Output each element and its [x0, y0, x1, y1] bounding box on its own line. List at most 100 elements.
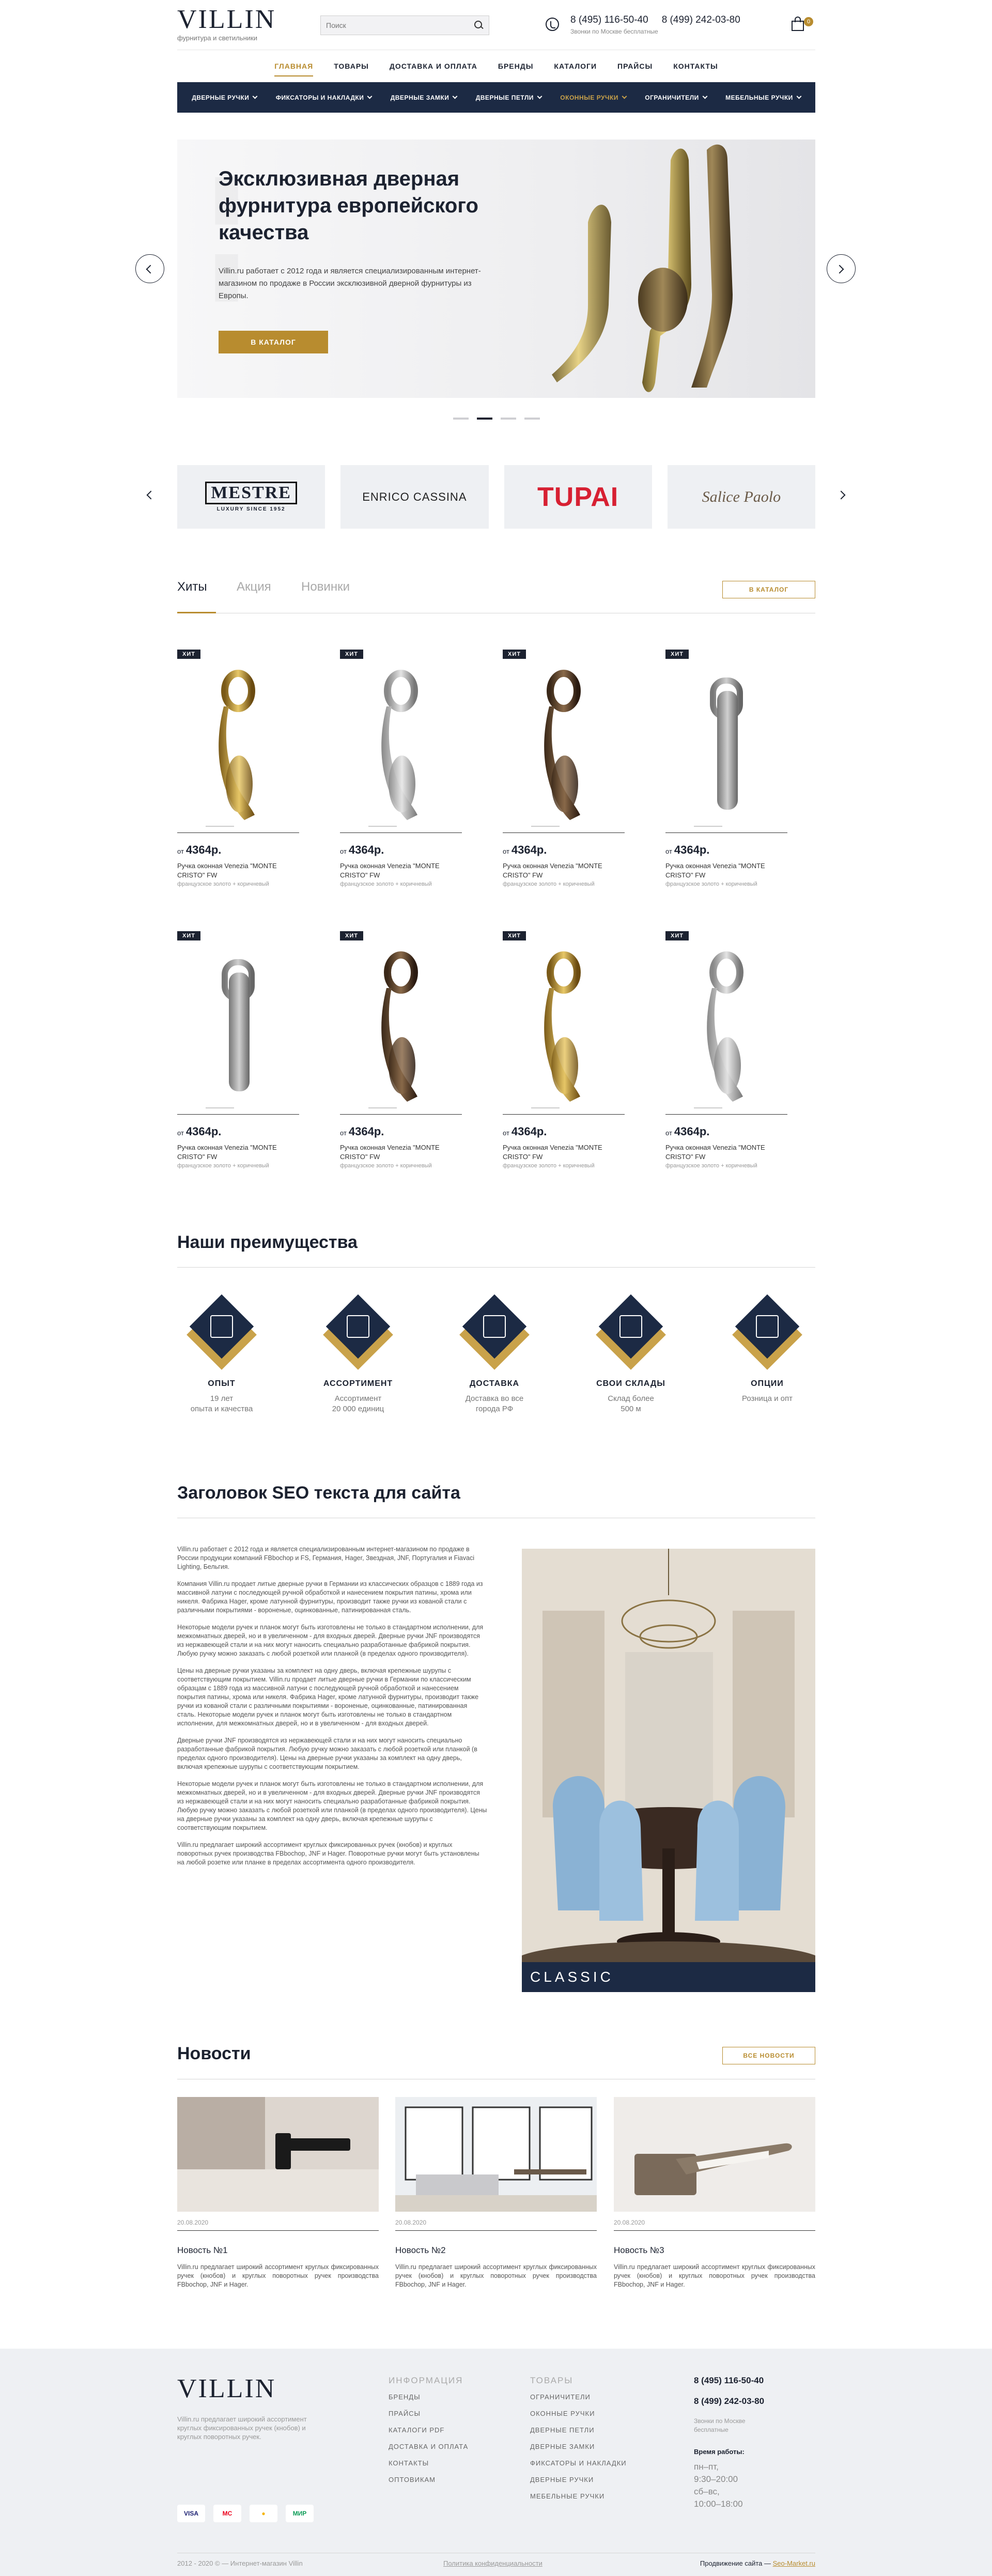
footer-link[interactable]: ДОСТАВКА И ОПЛАТА	[389, 2443, 468, 2450]
developer-link[interactable]: Seo-Market.ru	[773, 2559, 815, 2567]
product-name[interactable]: Ручка оконная Venezia "MONTE CRISTO" FW	[340, 1143, 462, 1162]
search-input[interactable]	[326, 21, 474, 29]
footer-link[interactable]: ДВЕРНЫЕ ПЕТЛИ	[530, 2426, 627, 2434]
news-headline[interactable]: Новость №1	[177, 2245, 379, 2256]
category-hinges[interactable]: ДВЕРНЫЕ ПЕТЛИ	[476, 94, 542, 101]
product-image[interactable]: ХИТ	[665, 931, 787, 1115]
product-image[interactable]: ХИТ	[177, 650, 299, 833]
category-label: ФИКСАТОРЫ И НАКЛАДКИ	[275, 94, 364, 101]
product-image[interactable]: ХИТ	[340, 650, 462, 833]
product-card[interactable]: ХИТ от 4364р. Ручка оконная Venezia "MONTE …	[665, 931, 787, 1169]
header-phone-1[interactable]: 8 (495) 116-50-40	[570, 14, 648, 25]
news-item[interactable]: 20.08.2020 Новость №3 Villin.ru предлага…	[614, 2097, 815, 2289]
product-name[interactable]: Ручка оконная Venezia "MONTE CRISTO" FW	[177, 861, 299, 880]
news-image[interactable]	[177, 2097, 379, 2212]
news-image[interactable]	[614, 2097, 815, 2212]
tab-hits[interactable]: Хиты	[177, 580, 207, 594]
news-headline[interactable]: Новость №2	[395, 2245, 597, 2256]
window-handle-image	[694, 951, 743, 1108]
footer-logo[interactable]: VILLIN	[177, 2373, 276, 2404]
product-name[interactable]: Ручка оконная Venezia "MONTE CRISTO" FW	[665, 861, 787, 880]
category-furniture-handles[interactable]: МЕБЕЛЬНЫЕ РУЧКИ	[725, 94, 802, 101]
news-item[interactable]: 20.08.2020 Новость №2 Villin.ru предлага…	[395, 2097, 597, 2289]
privacy-policy-link[interactable]: Политика конфиденциальности	[443, 2559, 542, 2567]
brand-enrico-cassina[interactable]: ENRICO CASSINA	[340, 465, 489, 529]
brand-tupai[interactable]: TUPAI	[504, 465, 652, 529]
product-card[interactable]: ХИТ от 4364р. Ручка оконная Venezia "MONTE …	[177, 650, 299, 887]
footer-phone-1[interactable]: 8 (495) 116-50-40	[694, 2376, 771, 2386]
nav-contacts[interactable]: КОНТАКТЫ	[663, 62, 728, 70]
product-card[interactable]: ХИТ от 4364р. Ручка оконная Venezia "MONTE …	[340, 650, 462, 887]
copyright: 2012 - 2020 © — Интернет-магазин Villin	[177, 2559, 303, 2567]
product-card[interactable]: ХИТ от 4364р. Ручка оконная Venezia "MONTE …	[177, 931, 299, 1169]
nav-prices[interactable]: ПРАЙСЫ	[607, 62, 663, 70]
hero-dot[interactable]	[500, 418, 516, 420]
all-news-button[interactable]: ВСЕ НОВОСТИ	[722, 2047, 815, 2064]
hero-dot[interactable]	[524, 418, 540, 420]
product-name[interactable]: Ручка оконная Venezia "MONTE CRISTO" FW	[340, 861, 462, 880]
hero-catalog-button[interactable]: В КАТАЛОГ	[219, 331, 328, 353]
footer-link[interactable]: ФИКСАТОРЫ И НАКЛАДКИ	[530, 2459, 627, 2467]
product-name[interactable]: Ручка оконная Venezia "MONTE CRISTO" FW	[503, 861, 625, 880]
hero-prev-arrow-icon[interactable]	[135, 254, 164, 283]
nav-catalogs[interactable]: КАТАЛОГИ	[544, 62, 607, 70]
footer-link[interactable]: ОГРАНИЧИТЕЛИ	[530, 2393, 627, 2401]
tab-new[interactable]: Новинки	[301, 580, 350, 594]
header-phone-2[interactable]: 8 (499) 242-03-80	[662, 14, 740, 25]
interior-image: CLASSIC	[522, 1549, 815, 1992]
category-fixators[interactable]: ФИКСАТОРЫ И НАКЛАДКИ	[275, 94, 373, 101]
nav-home[interactable]: ГЛАВНАЯ	[264, 62, 323, 76]
nav-goods[interactable]: ТОВАРЫ	[323, 62, 379, 70]
product-image[interactable]: ХИТ	[340, 931, 462, 1115]
hero-next-arrow-icon[interactable]	[827, 254, 856, 283]
chevron-down-icon	[702, 94, 708, 99]
hit-badge: ХИТ	[177, 650, 200, 659]
product-image[interactable]: ХИТ	[665, 650, 787, 833]
category-window-handles[interactable]: ОКОННЫЕ РУЧКИ	[560, 94, 627, 101]
product-card[interactable]: ХИТ от 4364р. Ручка оконная Venezia "MONTE …	[340, 931, 462, 1169]
footer-phone-2[interactable]: 8 (499) 242-03-80	[694, 2396, 771, 2407]
news-headline[interactable]: Новость №3	[614, 2245, 815, 2256]
footer-link[interactable]: КАТАЛОГИ PDF	[389, 2426, 468, 2434]
news-item[interactable]: 20.08.2020 Новость №1 Villin.ru предлага…	[177, 2097, 379, 2289]
brands-next-icon[interactable]	[836, 490, 846, 500]
category-stoppers[interactable]: ОГРАНИЧИТЕЛИ	[645, 94, 708, 101]
product-finish: французское золото + коричневый	[340, 881, 432, 887]
brand-mestre[interactable]: MESTRE LUXURY SINCE 1952	[177, 465, 326, 529]
footer-link[interactable]: ПРАЙСЫ	[389, 2410, 468, 2417]
product-card[interactable]: ХИТ от 4364р. Ручка оконная Venezia "MONTE …	[503, 931, 625, 1169]
category-locks[interactable]: ДВЕРНЫЕ ЗАМКИ	[391, 94, 458, 101]
footer-link[interactable]: ОКОННЫЕ РУЧКИ	[530, 2410, 627, 2417]
product-name[interactable]: Ручка оконная Venezia "MONTE CRISTO" FW	[503, 1143, 625, 1162]
product-name[interactable]: Ручка оконная Venezia "MONTE CRISTO" FW	[665, 1143, 787, 1162]
footer-link[interactable]: МЕБЕЛЬНЫЕ РУЧКИ	[530, 2492, 627, 2500]
yandex-money-icon: ●	[250, 2505, 277, 2522]
seo-text: Villin.ru работает с 2012 года и являетс…	[177, 1545, 487, 1875]
footer-link[interactable]: БРЕНДЫ	[389, 2393, 468, 2401]
cart-button[interactable]	[791, 16, 805, 31]
product-image[interactable]: ХИТ	[503, 931, 625, 1115]
hit-badge: ХИТ	[665, 931, 689, 940]
hero-dot-active[interactable]	[476, 418, 492, 420]
news-image[interactable]	[395, 2097, 597, 2212]
product-card[interactable]: ХИТ от 4364р. Ручка оконная Venezia "MONTE …	[665, 650, 787, 887]
nav-brands[interactable]: БРЕНДЫ	[488, 62, 544, 70]
search-icon[interactable]	[474, 21, 484, 30]
tabs-catalog-button[interactable]: В КАТАЛОГ	[722, 581, 815, 598]
product-name[interactable]: Ручка оконная Venezia "MONTE CRISTO" FW	[177, 1143, 299, 1162]
product-image[interactable]: ХИТ	[177, 931, 299, 1115]
brands-prev-icon[interactable]	[146, 490, 156, 500]
brand-salice-paolo[interactable]: Salice Paolo	[667, 465, 815, 529]
product-image[interactable]: ХИТ	[503, 650, 625, 833]
category-door-handles[interactable]: ДВЕРНЫЕ РУЧКИ	[192, 94, 258, 101]
logo[interactable]: VILLIN фурнитура и светильники	[177, 6, 276, 42]
product-card[interactable]: ХИТ от 4364р. Ручка оконная Venezia "MONTE …	[503, 650, 625, 887]
footer-link[interactable]: ДВЕРНЫЕ РУЧКИ	[530, 2476, 627, 2484]
hero-dot[interactable]	[453, 418, 469, 420]
footer-link[interactable]: ДВЕРНЫЕ ЗАМКИ	[530, 2443, 627, 2450]
tab-promo[interactable]: Акция	[237, 580, 271, 594]
advantages-title: Наши преимущества	[177, 1232, 358, 1252]
nav-delivery[interactable]: ДОСТАВКА И ОПЛАТА	[379, 62, 488, 70]
footer-link[interactable]: КОНТАКТЫ	[389, 2459, 468, 2467]
footer-link[interactable]: ОПТОВИКАМ	[389, 2476, 468, 2484]
